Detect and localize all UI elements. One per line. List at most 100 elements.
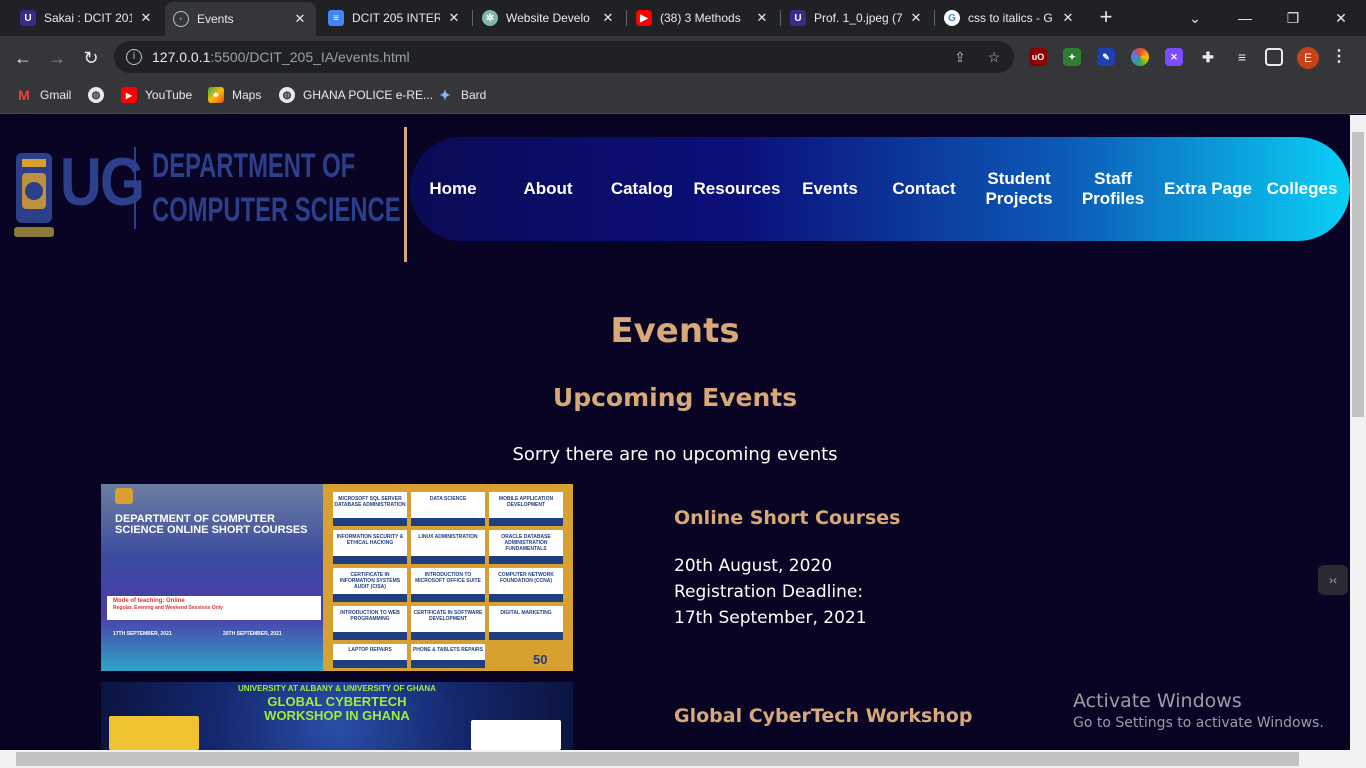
poster-mode: Mode of teaching: Online <box>113 598 185 604</box>
bookmark-ghana-police[interactable]: ◍ GHANA POLICE e-RE... <box>279 87 433 103</box>
course-cell: CERTIFICATE IN SOFTWARE DEVELOPMENT <box>411 606 485 640</box>
extension-float-icon[interactable]: ›‹ <box>1318 565 1348 595</box>
tab-strip: U Sakai : DCIT 201 ✕ · Events ✕ ≡ DCIT 2… <box>0 0 1366 36</box>
tab-youtube[interactable]: ▶ (38) 3 Methods ✕ <box>628 4 778 32</box>
course-cell: INFORMATION SECURITY & ETHICAL HACKING <box>333 530 407 564</box>
bookmark-label: Bard <box>461 88 487 102</box>
bookmark-youtube[interactable]: ▶ YouTube <box>121 87 192 103</box>
extension-pen-icon[interactable]: ✎ <box>1097 48 1115 66</box>
reload-icon[interactable]: ↻ <box>78 45 104 71</box>
short-courses-poster: DEPARTMENT OF COMPUTER SCIENCE ONLINE SH… <box>101 484 573 671</box>
google-icon: G <box>944 10 960 26</box>
profile-avatar[interactable]: E <box>1297 47 1319 69</box>
chatgpt-icon: ✲ <box>482 10 498 26</box>
event-date: 20th August, 2020 <box>674 556 833 576</box>
tab-events[interactable]: · Events ✕ <box>165 2 316 36</box>
bookmark-maps[interactable]: ⌖ Maps <box>208 87 261 103</box>
nav-contact[interactable]: Contact <box>884 137 964 241</box>
course-cell: COMPUTER NETWORK FOUNDATION (CCNA) <box>489 568 563 602</box>
nav-colleges[interactable]: Colleges <box>1264 137 1340 241</box>
course-cell: DATA SCIENCE <box>411 492 485 526</box>
course-cell: INTRODUCTION TO WEB PROGRAMMING <box>333 606 407 640</box>
ug-icon: U <box>790 10 806 26</box>
nav-student-projects[interactable]: Student Projects <box>980 137 1058 241</box>
new-tab-button[interactable]: + <box>1094 6 1118 30</box>
close-icon[interactable]: ✕ <box>600 10 616 26</box>
tab-title: DCIT 205 INTER <box>352 11 440 25</box>
share-icon[interactable]: ⇪ <box>952 49 968 65</box>
tab-prof-image[interactable]: U Prof. 1_0.jpeg (7 ✕ <box>782 4 932 32</box>
site-info-icon[interactable]: i <box>126 49 142 65</box>
tab-title: Events <box>197 12 234 26</box>
event-deadline-label: Registration Deadline: <box>674 582 864 602</box>
poster-reg-date: 17TH SEPTEMBER, 2021 <box>113 631 172 637</box>
close-icon[interactable]: ✕ <box>908 10 924 26</box>
tab-dcit-205[interactable]: ≡ DCIT 205 INTER ✕ <box>320 4 470 32</box>
youtube-icon: ▶ <box>121 87 137 103</box>
extension-x-icon[interactable]: ✕ <box>1165 48 1183 66</box>
tab-sakai[interactable]: U Sakai : DCIT 201 ✕ <box>12 4 162 32</box>
nav-about[interactable]: About <box>508 137 588 241</box>
maps-icon: ⌖ <box>208 87 224 103</box>
color-picker-icon[interactable] <box>1131 48 1149 66</box>
tab-website-develop[interactable]: ✲ Website Develo ✕ <box>474 4 624 32</box>
nav-resources[interactable]: Resources <box>692 137 782 241</box>
close-icon[interactable]: ✕ <box>446 10 462 26</box>
globe-icon: · <box>173 11 189 27</box>
bookmarks-bar: M Gmail ◍ ▶ YouTube ⌖ Maps ◍ GHANA POLIC… <box>0 78 1366 114</box>
bookmark-star-icon[interactable]: ☆ <box>986 49 1002 65</box>
horizontal-scroll-thumb[interactable] <box>16 752 1299 766</box>
bookmark-bard[interactable]: ✦ Bard <box>437 87 486 103</box>
windows-watermark-title: Activate Windows <box>1073 690 1242 712</box>
tab-title: (38) 3 Methods <box>660 11 741 25</box>
main-navbar: Home About Catalog Resources Events Cont… <box>410 137 1350 241</box>
address-bar[interactable]: i 127.0.0.1:5500/DCIT_205_IA/events.html… <box>114 41 1014 73</box>
minimize-button[interactable]: — <box>1222 0 1268 36</box>
bookmark-label: GHANA POLICE e-RE... <box>303 88 434 102</box>
bookmark-label: Maps <box>232 88 262 102</box>
course-cell: LINUX ADMINISTRATION <box>411 530 485 564</box>
docs-icon: ≡ <box>328 10 344 26</box>
tab-search-icon[interactable]: ⌄ <box>1172 0 1218 36</box>
event-deadline: 17th September, 2021 <box>674 608 867 628</box>
nav-catalog[interactable]: Catalog <box>602 137 682 241</box>
vertical-scroll-thumb[interactable] <box>1352 132 1364 417</box>
bookmark-gmail[interactable]: M Gmail <box>16 87 71 103</box>
nav-home[interactable]: Home <box>418 137 488 241</box>
forward-arrow-icon[interactable]: → <box>44 45 70 71</box>
browser-toolbar: ← → ↻ i 127.0.0.1:5500/DCIT_205_IA/event… <box>0 36 1366 78</box>
close-window-button[interactable]: ✕ <box>1318 0 1364 36</box>
youtube-icon: ▶ <box>636 10 652 26</box>
section-title: Upcoming Events <box>552 383 798 412</box>
nav-staff-profiles[interactable]: Staff Profiles <box>1074 137 1152 241</box>
close-icon[interactable]: ✕ <box>138 10 154 26</box>
page-title: Events <box>610 311 740 351</box>
course-cell: MOBILE APPLICATION DEVELOPMENT <box>489 492 563 526</box>
close-icon[interactable]: ✕ <box>754 10 770 26</box>
close-icon[interactable]: ✕ <box>292 11 308 27</box>
logo-divider <box>404 127 407 262</box>
bookmark-globe[interactable]: ◍ <box>88 87 112 103</box>
back-arrow-icon[interactable]: ← <box>10 45 36 71</box>
windows-watermark-subtitle: Go to Settings to activate Windows. <box>1073 715 1324 731</box>
media-control-icon[interactable]: ≡ <box>1233 48 1251 66</box>
tab-google-search[interactable]: G css to italics - G ✕ <box>936 4 1084 32</box>
course-cell: LAPTOP REPAIRS <box>333 644 407 668</box>
side-panel-icon[interactable] <box>1265 48 1283 66</box>
kebab-menu-icon[interactable]: ⋮ <box>1331 46 1347 66</box>
logo-mark: UG <box>60 144 145 220</box>
globe-icon: ◍ <box>279 87 295 103</box>
department-logo[interactable]: UG DEPARTMENT OF COMPUTER SCIENCE <box>14 144 401 245</box>
puzzle-icon[interactable]: ✚ <box>1199 48 1217 66</box>
cybertech-poster: UNIVERSITY AT ALBANY & UNIVERSITY OF GHA… <box>101 682 573 750</box>
globe-icon: ◍ <box>88 87 104 103</box>
event-title: Online Short Courses <box>674 507 901 529</box>
course-cell: PHONE & TABLETS REPAIRS <box>411 644 485 668</box>
close-icon[interactable]: ✕ <box>1060 10 1076 26</box>
extension-leaf-icon[interactable]: ✦ <box>1063 48 1081 66</box>
ublock-icon[interactable]: uO <box>1029 48 1047 66</box>
nav-events[interactable]: Events <box>790 137 870 241</box>
course-cell: ORACLE DATABASE ADMINISTRATION FUNDAMENT… <box>489 530 563 564</box>
restore-button[interactable]: ❐ <box>1270 0 1316 36</box>
nav-extra-page[interactable]: Extra Page <box>1160 137 1256 241</box>
